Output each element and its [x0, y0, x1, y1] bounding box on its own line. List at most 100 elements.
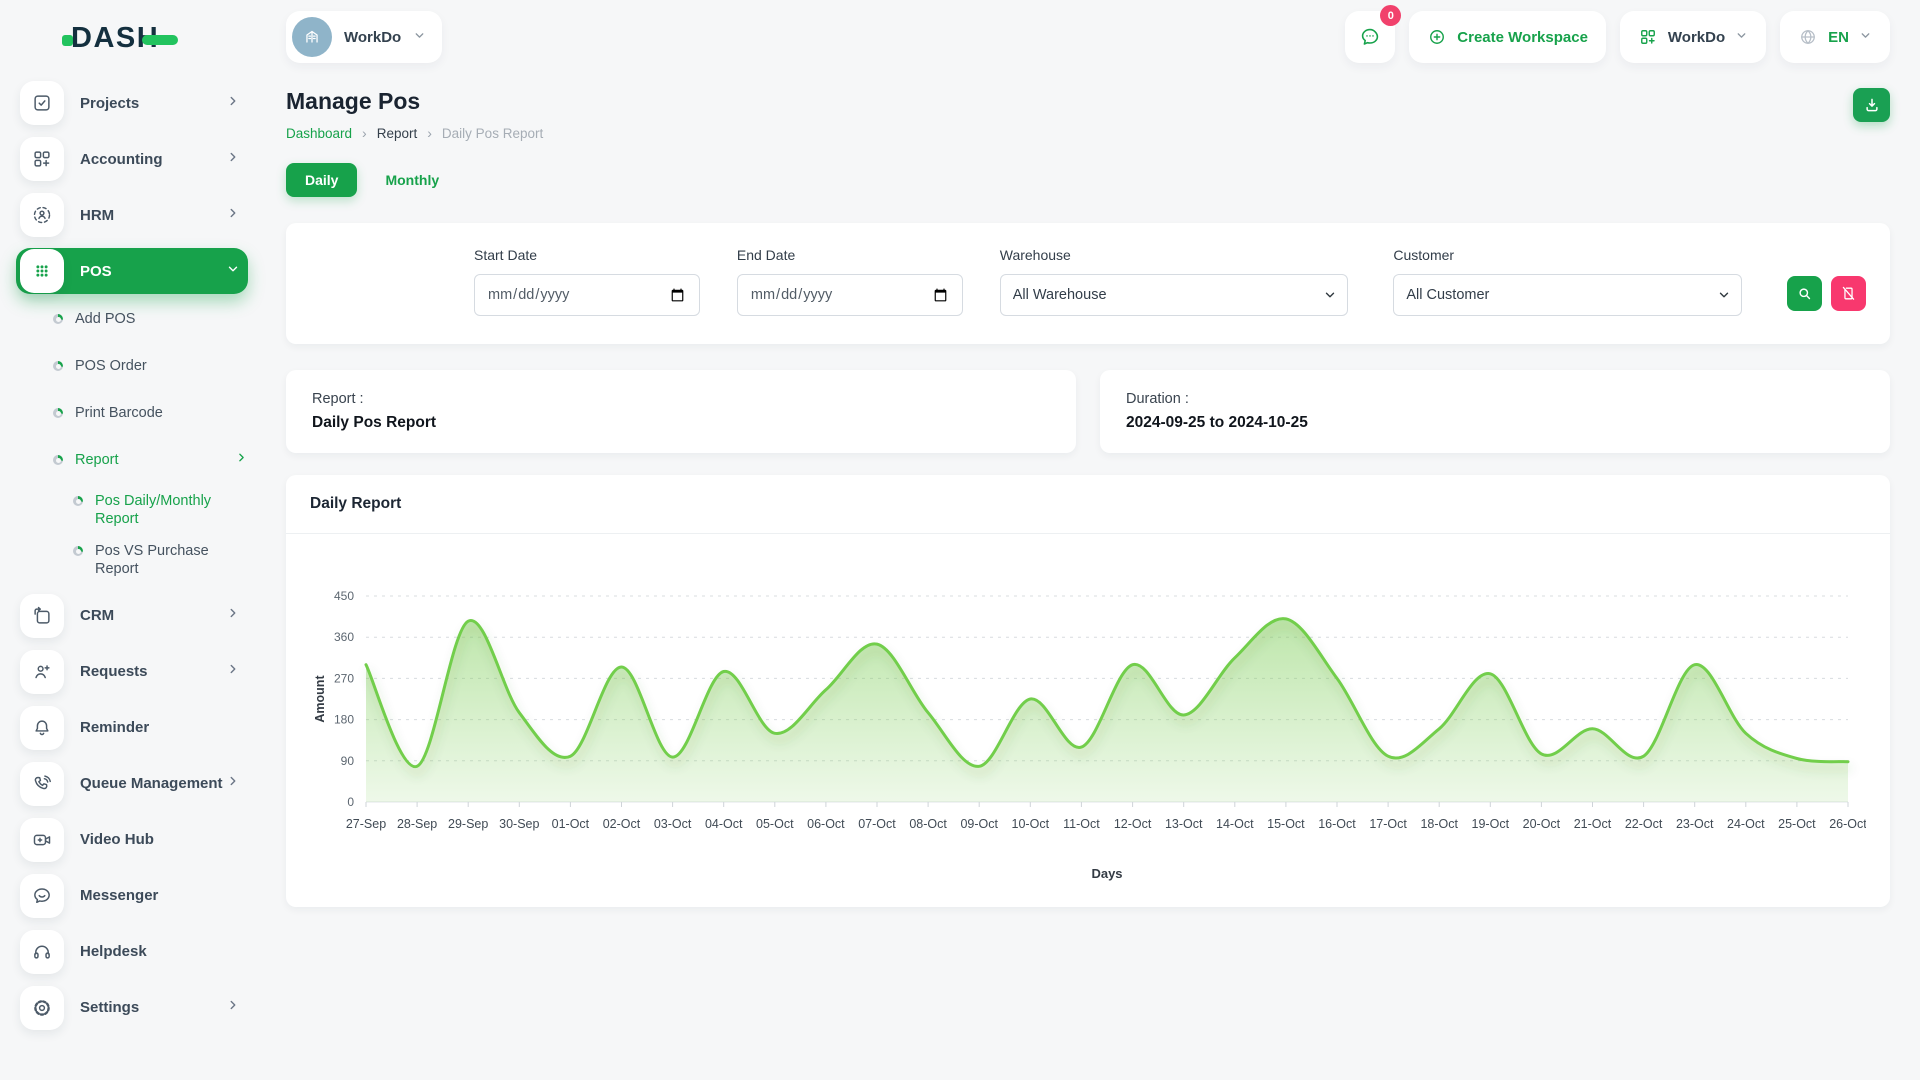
workspace-avatar	[292, 17, 332, 57]
bullet-icon	[53, 361, 63, 371]
sidebar-icon-tile	[20, 930, 64, 974]
checkbox-icon	[31, 92, 53, 114]
svg-text:450: 450	[334, 589, 354, 603]
sidebar-submenu: Pos Daily/Monthly Report Pos VS Purchase…	[53, 492, 248, 579]
svg-text:19-Oct: 19-Oct	[1472, 817, 1510, 831]
sidebar-item-requests[interactable]: Requests	[16, 649, 248, 695]
phone-call-icon	[31, 773, 53, 795]
end-date-label: End Date	[737, 247, 963, 263]
brand-logo[interactable]: DASH	[62, 14, 248, 62]
chevron-down-icon	[1859, 29, 1872, 46]
duration-summary-card: Duration : 2024-09-25 to 2024-10-25	[1100, 370, 1890, 453]
tab-monthly[interactable]: Monthly	[385, 163, 439, 197]
sidebar-item-label: CRM	[80, 607, 226, 624]
bell-icon	[31, 717, 53, 739]
chevron-right-icon	[235, 451, 248, 469]
svg-text:05-Oct: 05-Oct	[756, 817, 794, 831]
topbar: WorkDo 0 Create Workspace	[270, 0, 1920, 66]
gear-icon	[31, 997, 53, 1019]
sidebar-item-video-hub[interactable]: Video Hub	[16, 817, 248, 863]
svg-text:06-Oct: 06-Oct	[807, 817, 845, 831]
svg-text:12-Oct: 12-Oct	[1114, 817, 1152, 831]
sidebar-item-projects[interactable]: Projects	[16, 80, 248, 126]
sidebar-subitem-pos-vs-purchase-report[interactable]: Pos VS Purchase Report	[73, 542, 248, 578]
svg-text:90: 90	[341, 754, 355, 768]
chart-body: 09018027036045027-Sep28-Sep29-Sep30-Sep0…	[286, 534, 1890, 907]
reset-button[interactable]	[1831, 276, 1866, 311]
tab-daily[interactable]: Daily	[286, 163, 357, 197]
daily-report-card: Daily Report 09018027036045027-Sep28-Sep…	[286, 475, 1890, 907]
chevron-down-icon	[1735, 29, 1748, 46]
filter-card: Start Date End Date Warehouse All Wareho…	[286, 223, 1890, 344]
sidebar-item-settings[interactable]: Settings	[16, 985, 248, 1031]
language-menu-button[interactable]: EN	[1780, 11, 1890, 63]
svg-text:Amount: Amount	[313, 675, 327, 723]
svg-text:30-Sep: 30-Sep	[499, 817, 539, 831]
chat-icon	[31, 885, 53, 907]
sidebar-subitem-pos-daily-monthly-report[interactable]: Pos Daily/Monthly Report	[73, 492, 248, 528]
download-button[interactable]	[1853, 88, 1890, 122]
sidebar-icon-tile	[20, 81, 64, 125]
logo-dash-icon	[142, 35, 178, 45]
sidebar-item-label: Projects	[80, 95, 226, 112]
duration-value: 2024-09-25 to 2024-10-25	[1126, 414, 1864, 432]
sidebar-subitem-pos-order[interactable]: POS Order	[53, 351, 248, 381]
warehouse-select[interactable]: All Warehouse	[1000, 274, 1349, 316]
globe-icon	[1798, 27, 1818, 47]
chevron-right-icon	[226, 206, 240, 225]
breadcrumb: Dashboard›Report›Daily Pos Report	[286, 125, 543, 141]
sidebar-item-queue-management[interactable]: Queue Management	[16, 761, 248, 807]
dots-grid-icon	[31, 260, 53, 282]
bullet-icon	[53, 455, 63, 465]
sidebar-icon-tile	[20, 986, 64, 1030]
sidebar-item-label: Reminder	[80, 719, 240, 736]
svg-text:Days: Days	[1091, 866, 1122, 881]
svg-text:180: 180	[334, 713, 354, 727]
breadcrumb-dashboard[interactable]: Dashboard	[286, 126, 352, 141]
sidebar-item-pos[interactable]: POS	[16, 248, 248, 294]
filter-actions	[1787, 276, 1866, 311]
sidebar-icon-tile	[20, 650, 64, 694]
customer-select[interactable]: All Customer	[1393, 274, 1742, 316]
page-content: Manage Pos Dashboard›Report›Daily Pos Re…	[270, 66, 1920, 907]
svg-text:0: 0	[347, 795, 354, 809]
sidebar-item-label: HRM	[80, 207, 226, 224]
sidebar-icon-tile	[20, 762, 64, 806]
sidebar-item-hrm[interactable]: HRM	[16, 192, 248, 238]
create-workspace-button[interactable]: Create Workspace	[1409, 11, 1606, 63]
svg-text:01-Oct: 01-Oct	[552, 817, 590, 831]
sidebar-item-label: Settings	[80, 999, 226, 1016]
sidebar-icon-tile	[20, 874, 64, 918]
end-date-field: End Date	[737, 247, 963, 316]
messages-button[interactable]: 0	[1345, 11, 1395, 63]
sidebar-nav: Projects Accounting HRM POS Add POS POS …	[16, 80, 248, 1031]
sidebar-item-helpdesk[interactable]: Helpdesk	[16, 929, 248, 975]
sidebar-subitem-label: Print Barcode	[75, 404, 248, 422]
company-name: WorkDo	[1668, 29, 1725, 46]
svg-text:09-Oct: 09-Oct	[960, 817, 998, 831]
sidebar-item-reminder[interactable]: Reminder	[16, 705, 248, 751]
sidebar-item-accounting[interactable]: Accounting	[16, 136, 248, 182]
sidebar-item-label: Requests	[80, 663, 226, 680]
chevron-right-icon	[226, 606, 240, 625]
sidebar-item-crm[interactable]: CRM	[16, 593, 248, 639]
bullet-icon	[73, 496, 83, 506]
sidebar-icon-tile	[20, 818, 64, 862]
end-date-input[interactable]	[737, 274, 963, 316]
sidebar-subitem-add-pos[interactable]: Add POS	[53, 304, 248, 334]
customer-field: Customer All Customer	[1393, 247, 1742, 316]
sidebar-item-messenger[interactable]: Messenger	[16, 873, 248, 919]
sidebar-subitem-print-barcode[interactable]: Print Barcode	[53, 398, 248, 428]
company-menu-button[interactable]: WorkDo	[1620, 11, 1766, 63]
sidebar-subitem-report[interactable]: Report	[53, 445, 248, 475]
person-plus-icon	[31, 661, 53, 683]
sidebar-icon-tile	[20, 137, 64, 181]
start-date-input[interactable]	[474, 274, 700, 316]
search-button[interactable]	[1787, 276, 1822, 311]
sidebar-icon-tile	[20, 594, 64, 638]
workspace-selector[interactable]: WorkDo	[286, 11, 442, 63]
crm-icon	[31, 605, 53, 627]
svg-text:03-Oct: 03-Oct	[654, 817, 692, 831]
svg-text:04-Oct: 04-Oct	[705, 817, 743, 831]
sidebar-item-label: Helpdesk	[80, 943, 240, 960]
